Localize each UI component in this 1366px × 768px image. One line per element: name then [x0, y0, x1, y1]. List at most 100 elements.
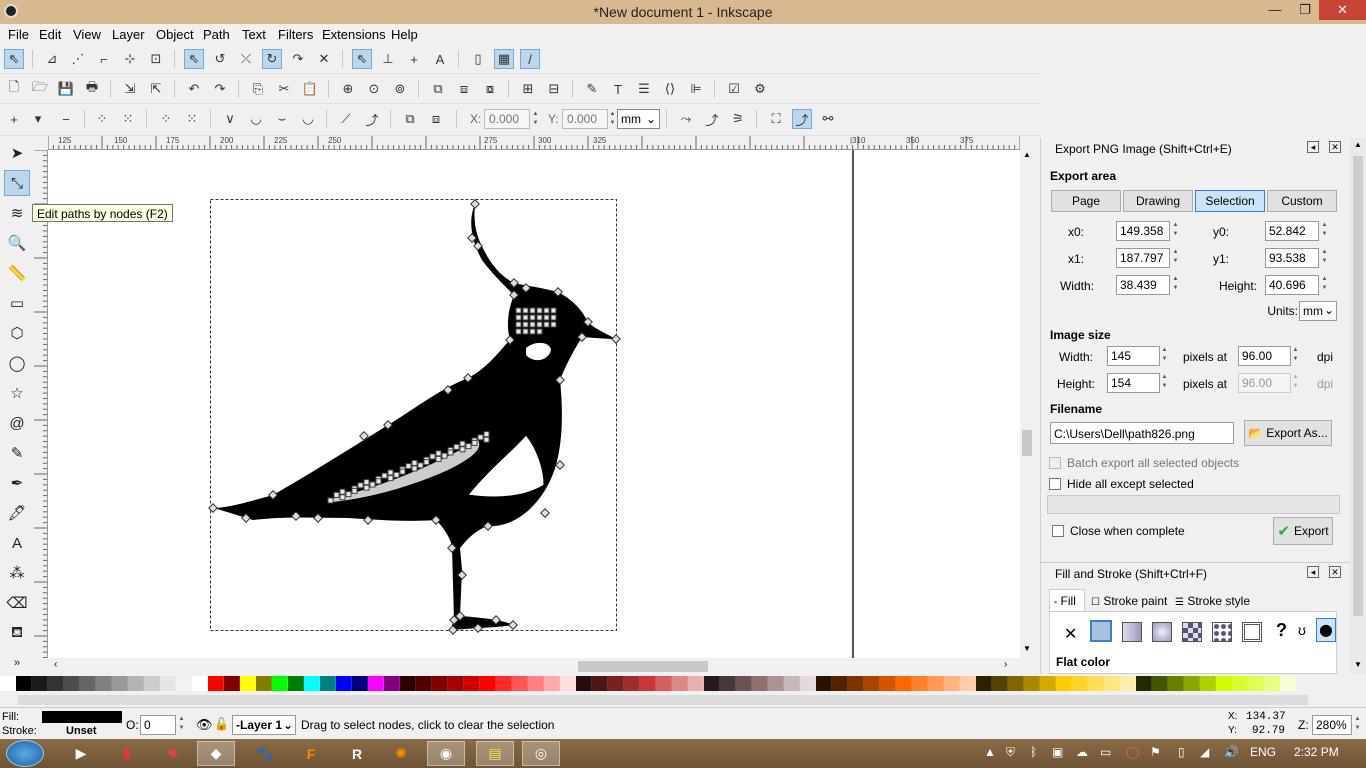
area-custom-button[interactable]: Custom	[1267, 190, 1337, 212]
export-as-button[interactable]: 📂 Export As...	[1244, 420, 1332, 446]
palette-swatch[interactable]	[1024, 676, 1040, 691]
hide-all-except-checkbox[interactable]	[1049, 478, 1061, 490]
start-button[interactable]	[6, 740, 44, 767]
menu-help[interactable]: Help	[391, 27, 418, 42]
delete-node-icon[interactable]: −	[56, 109, 76, 129]
palette-swatch[interactable]	[928, 676, 944, 691]
x1-spin-icon[interactable]: ▲ ▼	[1171, 248, 1180, 268]
evenodd-fill-icon[interactable]: ʊ	[1298, 622, 1306, 638]
menu-filters[interactable]: Filters	[278, 27, 313, 42]
palette-scrollbar[interactable]	[0, 693, 1366, 707]
tab-stroke-paint[interactable]: ☐ Stroke paint	[1087, 591, 1171, 611]
dock-scroll-thumb[interactable]	[1353, 156, 1363, 616]
palette-swatch[interactable]	[256, 676, 272, 691]
stroke-to-path-icon[interactable]: ⧈	[426, 109, 446, 129]
units-select[interactable]: mm ⌄	[1299, 301, 1337, 321]
path-node[interactable]	[363, 479, 370, 486]
path-node[interactable]	[393, 471, 400, 478]
palette-swatch[interactable]	[688, 676, 704, 691]
snap-page-icon[interactable]: ▯	[468, 49, 488, 69]
palette-swatch[interactable]	[336, 676, 352, 691]
paste-icon[interactable]: 📋	[300, 79, 320, 99]
palette-swatch[interactable]	[816, 676, 832, 691]
path-node[interactable]	[555, 460, 565, 470]
tray-expand-icon[interactable]: ▲	[984, 745, 996, 759]
show-path-outline-icon[interactable]: ⚞	[728, 109, 748, 129]
palette-swatch[interactable]	[608, 676, 624, 691]
delete-segment-icon[interactable]: ⁙	[182, 109, 202, 129]
path-node[interactable]	[522, 328, 529, 335]
palette-swatch[interactable]	[960, 676, 976, 691]
palette-swatch[interactable]	[592, 676, 608, 691]
save-icon[interactable]: 💾	[56, 79, 76, 99]
path-node[interactable]	[333, 491, 340, 498]
dock-scrollbar[interactable]: ▲ ▼	[1350, 138, 1366, 674]
palette-swatch[interactable]	[576, 676, 592, 691]
media-player-task-icon[interactable]: ▶	[62, 741, 100, 766]
tray-security-icon[interactable]: ⛨	[1006, 745, 1015, 760]
zoom-spin-icon[interactable]: ▲ ▼	[1353, 715, 1362, 735]
auto-smooth-node-icon[interactable]: ◡	[298, 109, 318, 129]
xml-editor-icon[interactable]: ⟨⟩	[660, 79, 680, 99]
opacity-spin-icon[interactable]: ▲ ▼	[177, 715, 186, 735]
palette-swatch[interactable]	[720, 676, 736, 691]
palette-swatch[interactable]	[800, 676, 816, 691]
image-width-spin-icon[interactable]: ▲ ▼	[1160, 346, 1169, 366]
path-node[interactable]	[483, 436, 490, 443]
pattern-icon[interactable]	[1212, 622, 1232, 642]
clock[interactable]: 2:32 PM	[1294, 745, 1339, 759]
palette-swatch[interactable]	[512, 676, 528, 691]
path-node[interactable]	[550, 314, 557, 321]
unlink-clone-icon[interactable]: ⧇	[480, 79, 500, 99]
scroll-right-icon[interactable]: ›	[1004, 659, 1007, 670]
calligraphy-tool-icon[interactable]: 🖋	[4, 500, 30, 526]
insert-node-icon[interactable]: +	[4, 109, 24, 129]
palette-swatch[interactable]	[560, 676, 576, 691]
path-node[interactable]	[508, 620, 518, 630]
path-node[interactable]	[405, 463, 412, 470]
palette-swatch[interactable]	[1152, 676, 1168, 691]
palette-swatch[interactable]	[1056, 676, 1072, 691]
dock-scroll-up-icon[interactable]: ▲	[1354, 140, 1362, 149]
show-bbox-icon[interactable]: ⛶	[766, 109, 786, 129]
path-node[interactable]	[345, 491, 352, 498]
snap-bbox-edge-icon[interactable]: ⋰	[68, 49, 88, 69]
drawing-canvas[interactable]	[48, 150, 1020, 658]
path-node[interactable]	[459, 440, 466, 447]
segment-curve-icon[interactable]: ⤴	[362, 109, 382, 129]
object-to-path-icon[interactable]: ⧉	[400, 109, 420, 129]
maximize-button[interactable]: ❐	[1290, 0, 1320, 20]
area-page-button[interactable]: Page	[1051, 190, 1121, 212]
path-node[interactable]	[423, 459, 430, 466]
path-node[interactable]	[435, 455, 442, 462]
tweak-tool-icon[interactable]: ≋	[4, 200, 30, 226]
snap-bbox-corner-icon[interactable]: ⌐	[94, 49, 114, 69]
menu-extensions[interactable]: Extensions	[322, 27, 386, 42]
menu-path[interactable]: Path	[203, 27, 230, 42]
path-node[interactable]	[369, 481, 376, 488]
path-node[interactable]	[483, 431, 490, 438]
snap-nodes-icon[interactable]: ⇖	[184, 49, 204, 69]
palette-swatch[interactable]	[896, 676, 912, 691]
palette-swatch[interactable]	[704, 676, 720, 691]
path-node[interactable]	[540, 508, 550, 518]
copy-icon[interactable]: ⎘	[248, 79, 268, 99]
palette-swatch[interactable]	[416, 676, 432, 691]
group-icon[interactable]: ⊞	[518, 79, 538, 99]
tab-stroke-style[interactable]: ☰ Stroke style	[1171, 591, 1254, 611]
selector-tool-icon[interactable]: ➤	[4, 140, 30, 166]
path-node[interactable]	[522, 321, 529, 328]
area-drawing-button[interactable]: Drawing	[1123, 190, 1193, 212]
insert-node-dropdown-icon[interactable]: ▾	[28, 109, 48, 129]
x-coordinate-input[interactable]: 0.000	[484, 109, 530, 129]
palette-swatch[interactable]	[160, 676, 176, 691]
path-node[interactable]	[381, 472, 388, 479]
horizontal-scrollbar[interactable]: ‹ ›	[48, 658, 1020, 674]
path-node[interactable]	[447, 449, 454, 456]
tray-bluetooth-icon[interactable]: ᛒ	[1030, 745, 1037, 759]
menu-object[interactable]: Object	[156, 27, 194, 42]
tray-app-icon[interactable]: ▣	[1052, 745, 1063, 759]
palette-swatch[interactable]	[1280, 676, 1296, 691]
radial-gradient-icon[interactable]	[1152, 622, 1172, 642]
palette-swatch[interactable]	[1040, 676, 1056, 691]
